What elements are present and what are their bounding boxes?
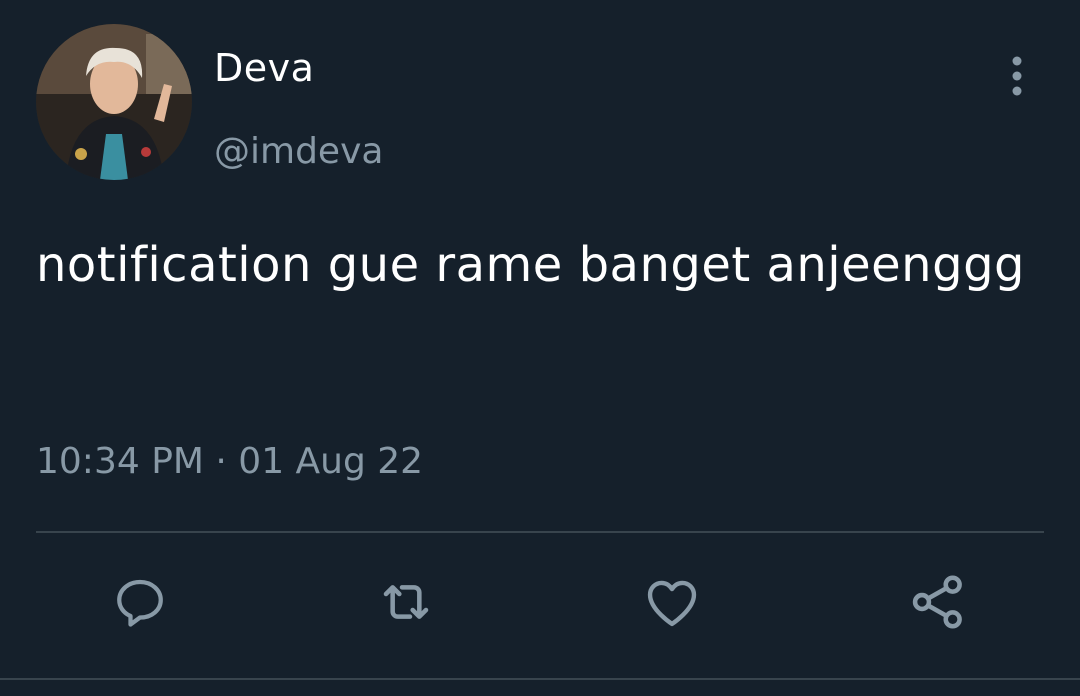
avatar[interactable] (36, 24, 192, 180)
author-handle[interactable]: @imdeva (214, 126, 383, 178)
bottom-divider (0, 678, 1080, 680)
like-button[interactable] (640, 570, 704, 634)
avatar-image (36, 24, 192, 180)
author-name[interactable]: Deva (214, 42, 314, 94)
share-icon (912, 575, 962, 629)
reply-icon (117, 579, 163, 627)
tweet-text: notification gue rame banget anjeenggg (36, 237, 1026, 293)
tweet-timestamp[interactable]: 10:34 PM · 01 Aug 22 (36, 436, 423, 488)
more-vertical-icon (1012, 56, 1022, 96)
reply-button[interactable] (108, 570, 172, 634)
heart-icon (647, 580, 697, 627)
share-button[interactable] (906, 570, 970, 634)
retweet-button[interactable] (374, 570, 438, 634)
more-options-button[interactable] (1003, 55, 1031, 97)
retweet-icon (383, 585, 429, 619)
divider (36, 531, 1044, 533)
